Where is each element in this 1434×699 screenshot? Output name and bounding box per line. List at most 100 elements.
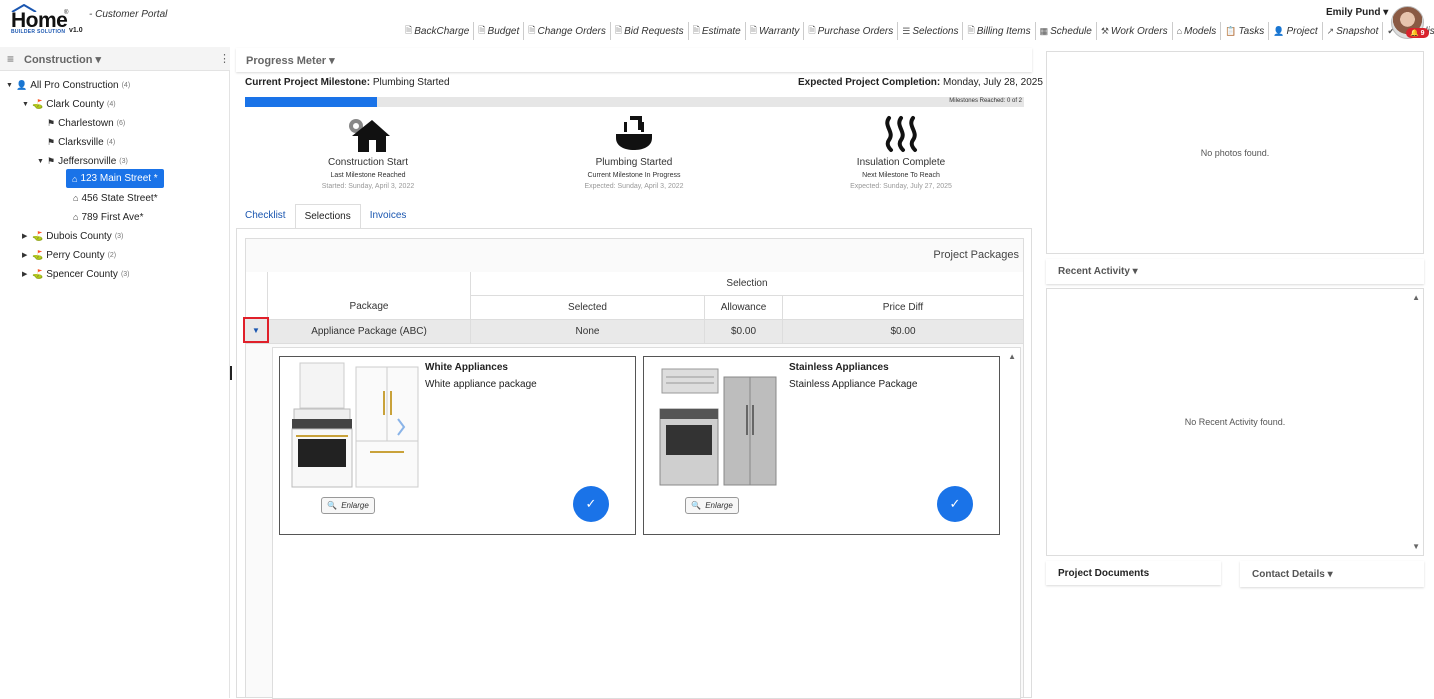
map-pin-icon: ⛳ — [32, 268, 44, 279]
more-vertical-icon[interactable]: ⋮ — [219, 52, 230, 65]
nav-backcharge[interactable]: 🗎 BackCharge — [401, 22, 475, 40]
caret-down-icon[interactable]: ▼ — [37, 158, 47, 165]
nav-schedule[interactable]: ▦ Schedule — [1036, 22, 1097, 40]
caret-right-icon[interactable]: ▶ — [22, 251, 32, 259]
document-icon: 🗎 — [528, 25, 536, 35]
package-card-stainless[interactable]: Stainless Appliances Stainless Appliance… — [643, 356, 1000, 535]
expected-completion: Expected Project Completion: Monday, Jul… — [798, 77, 1043, 88]
expand-row-button[interactable]: ▼ — [243, 317, 269, 343]
caret-right-icon[interactable]: ▶ — [22, 270, 32, 278]
magnifier-icon: 🔍 — [327, 501, 338, 510]
nav-tasks[interactable]: 📋 Tasks — [1221, 22, 1270, 40]
clipboard-icon: 📋 — [1225, 25, 1237, 36]
check-icon: ✓ — [585, 496, 597, 511]
nav-purchase-orders[interactable]: 🗎 Purchase Orders — [804, 22, 899, 40]
nav-models[interactable]: ⌂ Models — [1173, 22, 1222, 40]
select-package-button[interactable]: ✓ — [937, 486, 973, 522]
tree-item-spencer-county[interactable]: ▶ ⛳ Spencer County (3) — [22, 265, 130, 283]
enlarge-button[interactable]: 🔍 Enlarge — [321, 497, 375, 514]
nav-change-orders[interactable]: 🗎 Change Orders — [524, 22, 611, 40]
contact-details-title[interactable]: Contact Details ▾ — [1252, 569, 1333, 580]
no-photos-message: No photos found. — [1200, 148, 1270, 158]
left-panel: ≡ Construction ▾ ⋮ ▼ 👤 All Pro Constructio… — [0, 47, 230, 698]
cell-package: Appliance Package (ABC) — [268, 320, 471, 344]
nav-work-orders[interactable]: ⚒ Work Orders — [1097, 22, 1173, 40]
card-description: White appliance package — [425, 379, 537, 390]
tree-item-dubois-county[interactable]: ▶ ⛳ Dubois County (3) — [22, 227, 123, 245]
person-icon: 👤 — [16, 79, 28, 90]
tree-item-perry-county[interactable]: ▶ ⛳ Perry County (2) — [22, 246, 116, 264]
milestone-construction-start: Construction Start Last Milestone Reache… — [268, 114, 468, 190]
person-icon: 👤 — [1273, 25, 1285, 36]
nav-selections[interactable]: ☰ Selections — [898, 22, 964, 40]
caret-right-icon[interactable]: ▶ — [22, 232, 32, 240]
nav-snapshot[interactable]: ↗ Snapshot — [1323, 22, 1384, 40]
tab-checklist[interactable]: Checklist — [236, 204, 295, 229]
nav-bid-requests[interactable]: 🗎 Bid Requests — [611, 22, 689, 40]
select-package-button[interactable]: ✓ — [573, 486, 609, 522]
scroll-up-icon[interactable]: ▲ — [1008, 352, 1016, 361]
nav-budget[interactable]: 🗎 Budget — [474, 22, 525, 40]
milestone-insulation-complete: Insulation Complete Next Milestone To Re… — [801, 114, 1001, 190]
sink-icon — [616, 116, 652, 150]
document-icon: 🗎 — [405, 25, 413, 35]
house-gear-icon — [349, 119, 390, 152]
caret-down-icon[interactable]: ▼ — [6, 82, 16, 89]
project-documents-title[interactable]: Project Documents — [1058, 568, 1149, 579]
cell-selected: None — [471, 320, 705, 344]
scroll-down-icon[interactable]: ▼ — [1412, 542, 1420, 551]
tab-selections[interactable]: Selections — [294, 204, 361, 229]
package-card-white[interactable]: White Appliances White appliance package… — [279, 356, 636, 535]
grid-caption: Project Packages — [933, 249, 1019, 261]
col-selected-header[interactable]: Selected — [471, 296, 705, 320]
document-icon: 🗎 — [808, 25, 816, 35]
heat-icon — [885, 116, 917, 152]
white-appliances-image[interactable] — [290, 361, 420, 489]
recent-activity-title[interactable]: Recent Activity ▾ — [1058, 266, 1138, 277]
resize-handle[interactable] — [230, 366, 232, 380]
enlarge-button[interactable]: 🔍 Enlarge — [685, 497, 739, 514]
milestone-plumbing-started: Plumbing Started Current Milestone In Pr… — [534, 114, 734, 190]
left-panel-title[interactable]: Construction ▾ — [24, 53, 101, 66]
calendar-icon: ▦ — [1039, 25, 1049, 36]
house-icon: ⌂ — [73, 212, 79, 222]
nav-billing-items[interactable]: 🗎 Billing Items — [963, 22, 1036, 40]
notification-badge[interactable]: 🔔 9 — [1406, 28, 1429, 38]
card-title: Stainless Appliances — [789, 362, 889, 373]
col-allowance-header[interactable]: Allowance — [705, 296, 783, 320]
scroll-up-icon[interactable]: ▲ — [1412, 293, 1420, 302]
project-documents-header: Project Documents — [1046, 561, 1221, 585]
caret-down-icon[interactable]: ▼ — [22, 101, 32, 108]
logo-registered-mark: ® — [64, 10, 69, 16]
nav-estimate[interactable]: 🗎 Estimate — [689, 22, 746, 40]
nav-warranty[interactable]: 🗎 Warranty — [746, 22, 805, 40]
tab-invoices[interactable]: Invoices — [361, 204, 416, 229]
user-menu[interactable]: Emily Pund ▾ — [1326, 7, 1388, 18]
tree-item-456-state-street[interactable]: ⌂ 456 State Street* — [73, 189, 158, 207]
cell-allowance: $0.00 — [705, 320, 783, 344]
logo-version: v1.0 — [69, 27, 83, 34]
tree-item-789-first-ave[interactable]: ⌂ 789 First Ave* — [73, 208, 144, 226]
tree-item-jeffersonville[interactable]: ▼ ⚑ Jeffersonville (3) — [37, 152, 128, 170]
worker-icon: ⚒ — [1100, 25, 1109, 36]
contact-details-header: Contact Details ▾ — [1240, 561, 1424, 587]
no-activity-message: No Recent Activity found. — [1184, 417, 1286, 427]
map-pin-icon: ⛳ — [32, 98, 44, 109]
milestones-reached: Milestones Reached: 0 of 2 — [949, 98, 1022, 104]
tree-item-clarksville[interactable]: ⚑ Clarksville (4) — [47, 133, 115, 151]
tree-item-clark-county[interactable]: ▼ ⛳ Clark County (4) — [22, 95, 116, 113]
document-icon: 🗎 — [692, 25, 700, 35]
nav-project[interactable]: 👤 Project — [1269, 22, 1323, 40]
cell-price-diff: $0.00 — [783, 320, 1024, 344]
progress-meter-header: Progress Meter ▾ — [236, 48, 1032, 72]
col-selection-group-header: Selection — [471, 272, 1024, 296]
progress-meter-title[interactable]: Progress Meter ▾ — [246, 54, 335, 67]
menu-icon[interactable]: ≡ — [7, 52, 14, 66]
flag-icon: ⚑ — [47, 155, 56, 166]
col-price-diff-header[interactable]: Price Diff — [783, 296, 1024, 320]
tree-item-123-main-street[interactable]: ⌂ 123 Main Street * — [66, 169, 164, 188]
tree-item-all-pro[interactable]: ▼ 👤 All Pro Construction (4) — [6, 76, 130, 94]
col-package-header[interactable]: Package — [268, 272, 471, 320]
tree-item-charlestown[interactable]: ⚑ Charlestown (6) — [47, 114, 125, 132]
stainless-appliances-image[interactable] — [658, 365, 778, 487]
